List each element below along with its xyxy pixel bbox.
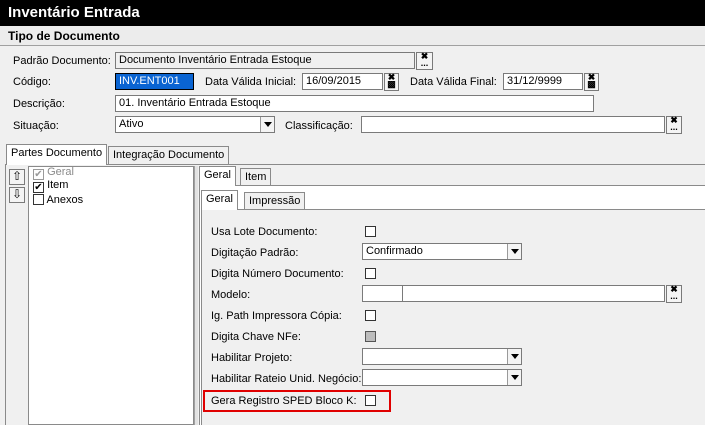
classificacao-lookup-button[interactable]: ✖ ... bbox=[666, 116, 682, 134]
padrao-documento-lookup-button[interactable]: ✖ ... bbox=[416, 52, 433, 70]
usa-lote-label: Usa Lote Documento: bbox=[211, 226, 318, 238]
chevron-down-icon[interactable] bbox=[507, 370, 521, 385]
codigo-label: Código: bbox=[13, 76, 51, 88]
tree-item-label: Geral bbox=[47, 166, 74, 178]
tree-item-label: Anexos bbox=[46, 194, 84, 206]
digita-numero-label: Digita Número Documento: bbox=[211, 268, 344, 280]
geral-checkbox[interactable] bbox=[33, 169, 44, 180]
section-title: Tipo de Documento bbox=[0, 26, 705, 46]
window-title: Inventário Entrada bbox=[0, 0, 705, 26]
descricao-input[interactable]: 01. Inventário Entrada Estoque bbox=[115, 95, 594, 112]
move-down-button[interactable]: ⇩ bbox=[9, 187, 25, 203]
tree-item-item[interactable]: Item bbox=[33, 179, 69, 193]
data-inicial-calendar-button[interactable]: ✖ ▩ bbox=[384, 73, 399, 91]
arrow-up-icon: ⇧ bbox=[11, 169, 23, 183]
classificacao-input[interactable] bbox=[361, 116, 665, 133]
tab-partes-documento[interactable]: Partes Documento bbox=[6, 144, 108, 165]
ig-path-label: Ig. Path Impressora Cópia: bbox=[211, 310, 342, 322]
gera-sped-checkbox[interactable] bbox=[365, 395, 376, 406]
modelo-lookup-button[interactable]: ✖ ... bbox=[666, 285, 682, 303]
codigo-input[interactable]: INV.ENT001 bbox=[115, 73, 194, 90]
data-inicial-input[interactable]: 16/09/2015 bbox=[302, 73, 383, 90]
chevron-down-icon[interactable] bbox=[507, 244, 521, 259]
padrao-documento-field[interactable]: Documento Inventário Entrada Estoque bbox=[115, 52, 415, 69]
tab-item[interactable]: Item bbox=[240, 168, 272, 186]
ellipsis-icon: ... bbox=[670, 122, 678, 132]
digitacao-padrao-select[interactable]: Confirmado bbox=[362, 243, 522, 260]
chevron-down-icon[interactable] bbox=[507, 349, 521, 364]
situacao-value: Ativo bbox=[119, 118, 144, 130]
tree-item-label: Item bbox=[47, 179, 69, 191]
data-inicial-label: Data Válida Inicial: bbox=[205, 76, 297, 88]
subtab-geral[interactable]: Geral bbox=[201, 190, 238, 210]
digitacao-padrao-label: Digitação Padrão: bbox=[211, 247, 299, 259]
digita-chave-checkbox[interactable] bbox=[365, 331, 376, 342]
calendar-icon: ▩ bbox=[587, 79, 596, 89]
gera-sped-label: Gera Registro SPED Bloco K: bbox=[211, 395, 357, 407]
habilitar-projeto-label: Habilitar Projeto: bbox=[211, 352, 293, 364]
ig-path-checkbox[interactable] bbox=[365, 310, 376, 321]
chevron-down-icon[interactable] bbox=[260, 117, 274, 132]
data-final-label: Data Válida Final: bbox=[410, 76, 497, 88]
classificacao-label: Classificação: bbox=[285, 120, 353, 132]
situacao-label: Situação: bbox=[13, 120, 59, 132]
usa-lote-checkbox[interactable] bbox=[365, 226, 376, 237]
ellipsis-icon: ... bbox=[420, 58, 429, 68]
habilitar-projeto-select[interactable] bbox=[362, 348, 522, 365]
anexos-checkbox[interactable] bbox=[33, 194, 44, 205]
item-checkbox[interactable] bbox=[33, 182, 44, 193]
modelo-label: Modelo: bbox=[211, 289, 251, 301]
digita-chave-label: Digita Chave NFe: bbox=[211, 331, 301, 343]
calendar-icon: ▩ bbox=[387, 79, 396, 89]
tree-item-anexos[interactable]: Anexos bbox=[33, 194, 83, 208]
situacao-select[interactable]: Ativo bbox=[115, 116, 275, 133]
move-up-button[interactable]: ⇧ bbox=[9, 169, 25, 185]
descricao-label: Descrição: bbox=[13, 98, 65, 110]
digitacao-padrao-value: Confirmado bbox=[366, 245, 423, 257]
data-final-input[interactable]: 31/12/9999 bbox=[503, 73, 583, 90]
subtab-impressao[interactable]: Impressão bbox=[244, 192, 306, 210]
habilitar-rateio-select[interactable] bbox=[362, 369, 522, 386]
modelo-code-input[interactable] bbox=[362, 285, 403, 302]
ellipsis-icon: ... bbox=[670, 291, 678, 301]
habilitar-rateio-label: Habilitar Rateio Unid. Negócio: bbox=[211, 373, 362, 385]
splitter[interactable] bbox=[194, 166, 198, 425]
arrow-down-icon: ⇩ bbox=[11, 187, 23, 201]
digita-numero-checkbox[interactable] bbox=[365, 268, 376, 279]
modelo-description-input[interactable] bbox=[402, 285, 665, 302]
padrao-documento-label: Padrão Documento: bbox=[13, 55, 111, 67]
tab-geral[interactable]: Geral bbox=[199, 166, 236, 186]
data-final-calendar-button[interactable]: ✖ ▩ bbox=[584, 73, 599, 91]
tab-integracao-documento[interactable]: Integração Documento bbox=[108, 146, 230, 165]
